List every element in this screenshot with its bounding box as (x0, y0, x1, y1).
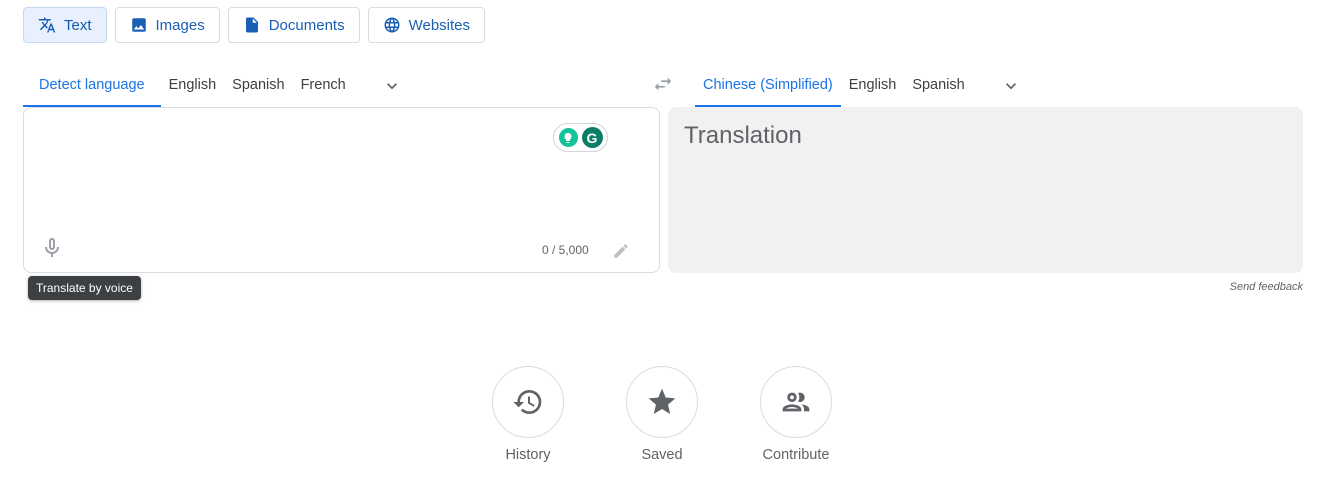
source-tab-detect-language[interactable]: Detect language (23, 64, 161, 107)
character-count: 0 / 5,000 (542, 243, 589, 257)
history-button[interactable]: History (492, 366, 564, 463)
grammarly-bulb-icon (558, 128, 578, 147)
source-more-languages-button[interactable] (372, 64, 412, 107)
grammarly-logo-icon: G (581, 127, 603, 148)
swap-icon (654, 77, 672, 91)
source-text-panel: G 0 / 5,000 (23, 107, 660, 273)
mode-images-button[interactable]: Images (114, 7, 220, 43)
target-tab-spanish[interactable]: Spanish (904, 64, 972, 107)
history-icon (513, 390, 542, 414)
target-more-languages-button[interactable] (991, 64, 1031, 107)
mode-text-label: Text (64, 16, 92, 34)
mode-documents-button[interactable]: Documents (227, 7, 360, 43)
mode-selector: Text Images Documents Websites (23, 7, 486, 43)
mode-images-label: Images (155, 16, 205, 34)
microphone-icon (45, 238, 59, 257)
pencil-icon (614, 244, 628, 258)
globe-icon (384, 17, 400, 33)
contribute-circle (760, 366, 832, 438)
mode-websites-label: Websites (408, 16, 471, 34)
source-tab-english[interactable]: English (161, 64, 225, 107)
chevron-down-icon (1005, 82, 1016, 89)
mode-documents-label: Documents (268, 16, 345, 34)
grammarly-widget[interactable]: G (553, 123, 608, 152)
contribute-label: Contribute (762, 447, 830, 463)
translation-placeholder: Translation (684, 122, 802, 149)
mode-websites-button[interactable]: Websites (367, 7, 486, 43)
chevron-down-icon (386, 82, 397, 89)
bottom-actions: History Saved Contribute (492, 366, 832, 463)
send-feedback-link[interactable]: Send feedback (1230, 281, 1303, 293)
people-icon (782, 392, 810, 412)
saved-label: Saved (641, 447, 683, 463)
saved-circle (626, 366, 698, 438)
source-tab-spanish[interactable]: Spanish (224, 64, 292, 107)
source-text-input[interactable] (40, 122, 540, 222)
history-circle (492, 366, 564, 438)
voice-tooltip: Translate by voice (28, 276, 141, 300)
image-icon (131, 18, 146, 32)
contribute-button[interactable]: Contribute (760, 366, 832, 463)
target-tab-chinese-simplified[interactable]: Chinese (Simplified) (695, 64, 841, 107)
target-language-tabs: Chinese (Simplified) English Spanish (695, 64, 1031, 107)
handwriting-button[interactable] (612, 242, 632, 262)
translate-page: Text Images Documents Websites Detect la… (0, 0, 1331, 504)
star-icon (648, 388, 676, 414)
swap-languages-button[interactable] (648, 70, 678, 98)
target-tab-english[interactable]: English (841, 64, 905, 107)
document-icon (245, 17, 258, 33)
source-tab-french[interactable]: French (293, 64, 354, 107)
translate-icon (38, 17, 56, 33)
voice-input-button[interactable] (40, 236, 64, 260)
source-language-tabs: Detect language English Spanish French (23, 64, 412, 107)
saved-button[interactable]: Saved (626, 366, 698, 463)
translation-output-panel: Translation (668, 107, 1303, 273)
mode-text-button[interactable]: Text (23, 7, 107, 43)
history-label: History (505, 447, 551, 463)
